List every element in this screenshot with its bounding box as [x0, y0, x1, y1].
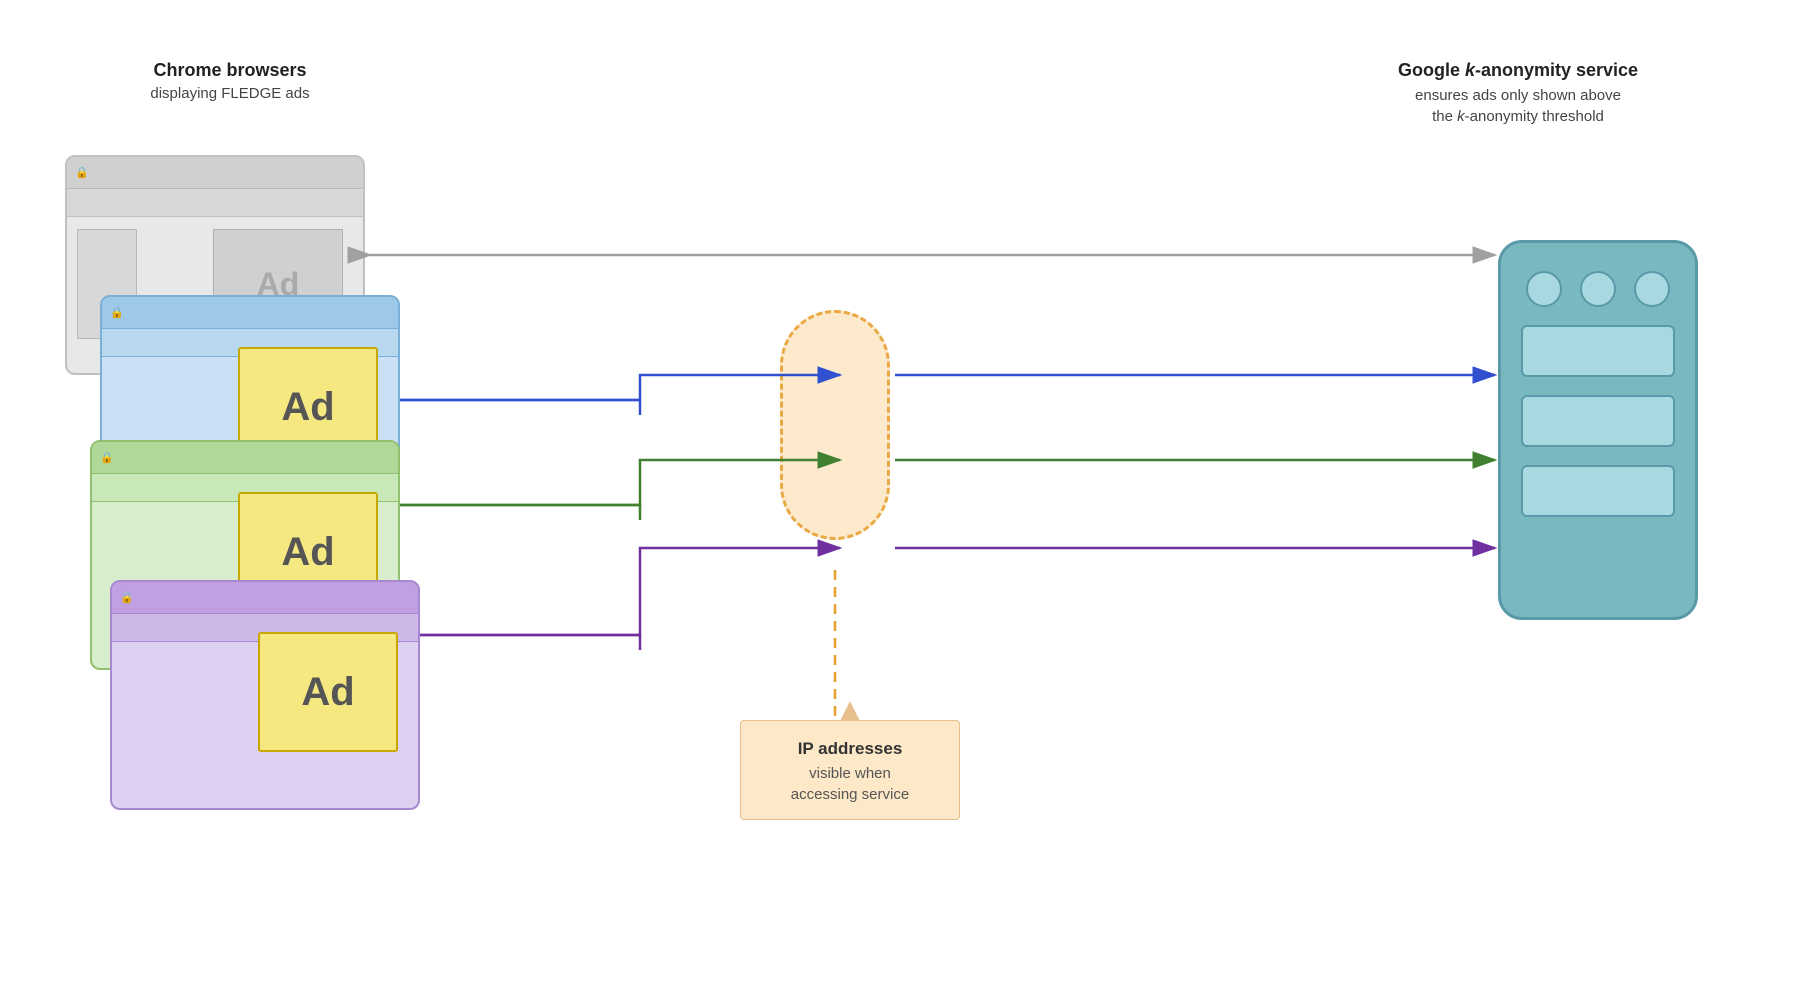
browser-purple: 🔒 Ad [110, 580, 420, 810]
gray-titlebar: 🔒 [67, 157, 363, 189]
server-circle-2 [1580, 271, 1616, 307]
right-title: Google k-anonymity service [1368, 60, 1668, 81]
lock-icon-green: 🔒 [100, 451, 114, 464]
left-title: Chrome browsers [120, 60, 340, 81]
ip-subtitle: visible whenaccessing service [761, 763, 939, 805]
left-subtitle: displaying FLEDGE ads [120, 85, 340, 102]
server-slot-1 [1521, 325, 1675, 377]
right-subtitle: ensures ads only shown abovethe k-anonym… [1368, 85, 1668, 127]
blue-ad-label: Ad [281, 385, 334, 430]
purple-titlebar: 🔒 [112, 582, 418, 614]
server-slot-3 [1521, 465, 1675, 517]
ip-title: IP addresses [761, 739, 939, 759]
server-slot-2 [1521, 395, 1675, 447]
purple-ad-label: Ad [301, 670, 354, 715]
right-label: Google k-anonymity service ensures ads o… [1368, 60, 1668, 127]
diagram-container: Chrome browsers displaying FLEDGE ads Go… [0, 0, 1798, 1000]
green-titlebar: 🔒 [92, 442, 398, 474]
server-circles [1501, 271, 1695, 307]
server-icon [1498, 240, 1698, 620]
blue-titlebar: 🔒 [102, 297, 398, 329]
blob-shape [780, 310, 890, 540]
lock-icon-blue: 🔒 [110, 306, 124, 319]
server-circle-3 [1634, 271, 1670, 307]
purple-ad-box: Ad [258, 632, 398, 752]
green-ad-label: Ad [281, 530, 334, 575]
gray-nav-bar [67, 189, 363, 217]
blob-container [780, 310, 900, 570]
ip-address-box: IP addresses visible whenaccessing servi… [740, 720, 960, 820]
left-label: Chrome browsers displaying FLEDGE ads [120, 60, 340, 102]
lock-icon-gray: 🔒 [75, 166, 89, 179]
lock-icon-purple: 🔒 [120, 591, 134, 604]
server-circle-1 [1526, 271, 1562, 307]
